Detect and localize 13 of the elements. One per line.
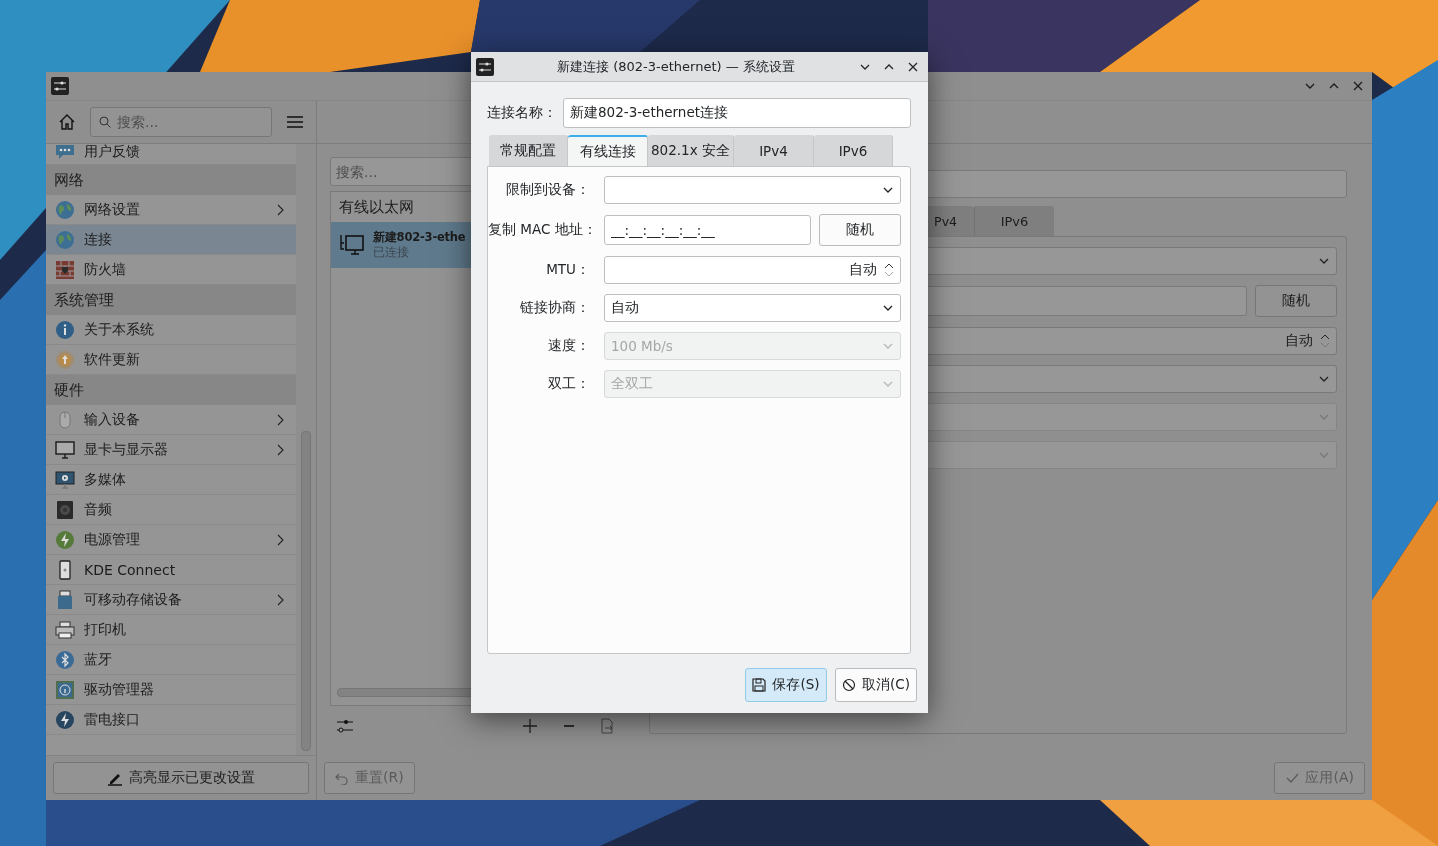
group-header: 有线以太网 — [338, 196, 415, 218]
connection-name: 新建802-3-ethe — [373, 230, 466, 245]
window-title: 新建连接 (802-3-ethernet) — 系统设置 — [556, 57, 796, 76]
field-label: 速度： — [547, 337, 590, 355]
field-label: 限制到设备： — [505, 181, 590, 199]
field-label: 连接名称： — [487, 104, 557, 122]
field-label: MTU： — [545, 261, 590, 279]
field-label: 双工： — [547, 375, 590, 393]
sidebar-section: 系统管理 — [46, 285, 296, 315]
sidebar-section: 硬件 — [46, 375, 296, 405]
sidebar-section: 网络 — [46, 165, 296, 195]
field-label: 复制 MAC 地址： — [488, 221, 590, 239]
field-label: 链接协商： — [519, 299, 590, 317]
